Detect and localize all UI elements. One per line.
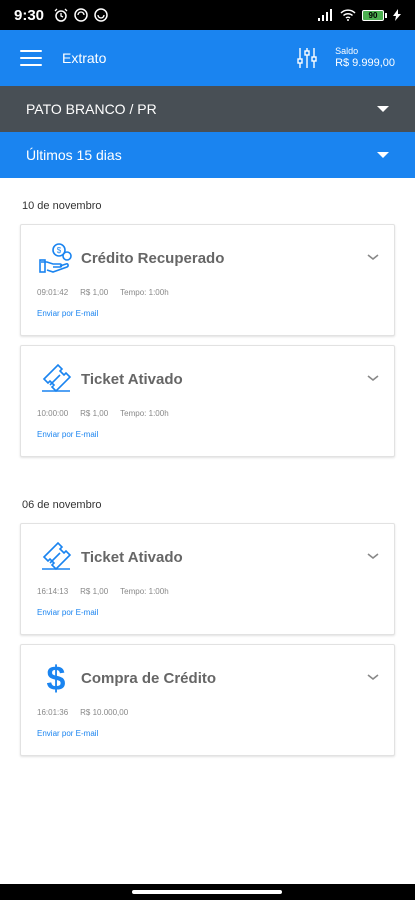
card-title: Ticket Ativado xyxy=(81,548,183,566)
sliders-icon xyxy=(297,48,317,68)
card-value: R$ 1,00 xyxy=(80,587,109,596)
card-meta: 09:01:42 R$ 1,00 Tempo: 1:00h xyxy=(37,288,169,297)
card-duration: Tempo: 1:00h xyxy=(120,409,169,418)
card-duration: Tempo: 1:00h xyxy=(120,288,169,297)
card-title: Compra de Crédito xyxy=(81,669,217,687)
charging-icon xyxy=(393,9,401,21)
ticket-icon xyxy=(37,360,75,398)
period-selector[interactable]: Últimos 15 dias xyxy=(0,132,415,178)
status-system: 90 xyxy=(318,9,401,21)
balance-display: Saldo R$ 9.999,00 xyxy=(335,46,395,69)
date-header: 06 de novembro xyxy=(22,499,102,511)
menu-button[interactable] xyxy=(20,50,42,66)
period-label: Últimos 15 dias xyxy=(26,147,122,163)
battery-icon: 90 xyxy=(362,9,387,21)
sync-icon xyxy=(74,8,88,22)
card-title: Ticket Ativado xyxy=(81,370,183,388)
chevron-down-icon[interactable] xyxy=(366,548,380,566)
app-header: Extrato Saldo R$ 9.999,00 xyxy=(0,30,415,86)
city-selector[interactable]: PATO BRANCO / PR xyxy=(0,86,415,132)
sync-icon-2 xyxy=(94,8,108,22)
chevron-down-icon[interactable] xyxy=(366,669,380,687)
card-time: 16:14:13 xyxy=(37,587,69,596)
chevron-down-icon[interactable] xyxy=(366,249,380,267)
caret-down-icon xyxy=(377,106,389,112)
send-email-link[interactable]: Enviar por E-mail xyxy=(37,430,98,439)
card-meta: 10:00:00 R$ 1,00 Tempo: 1:00h xyxy=(37,409,169,418)
ticket-icon xyxy=(37,538,75,576)
card-duration: Tempo: 1:00h xyxy=(120,587,169,596)
chevron-down-icon[interactable] xyxy=(366,370,380,388)
home-gesture-handle[interactable] xyxy=(132,890,282,894)
card-time: 16:01:36 xyxy=(37,708,69,717)
hand-coins-icon: $ xyxy=(37,239,75,277)
page-title: Extrato xyxy=(62,50,107,66)
date-header: 10 de novembro xyxy=(22,200,102,212)
statement-card[interactable]: $ Compra de Crédito 16:01:36 R$ 10.000,0… xyxy=(20,644,395,756)
send-email-link[interactable]: Enviar por E-mail xyxy=(37,608,98,617)
status-notifications xyxy=(54,8,108,22)
balance-value: R$ 9.999,00 xyxy=(335,56,395,69)
city-label: PATO BRANCO / PR xyxy=(26,101,157,117)
card-value: R$ 1,00 xyxy=(80,288,109,297)
battery-level: 90 xyxy=(368,10,378,20)
svg-text:$: $ xyxy=(57,246,62,255)
filter-button[interactable] xyxy=(293,44,321,72)
card-time: 10:00:00 xyxy=(37,409,69,418)
dollar-icon: $ xyxy=(37,659,75,697)
card-meta: 16:14:13 R$ 1,00 Tempo: 1:00h xyxy=(37,587,169,596)
caret-down-icon xyxy=(377,152,389,158)
system-nav-bar xyxy=(0,884,415,900)
signal-icon xyxy=(318,9,334,21)
balance-label: Saldo xyxy=(335,46,359,56)
status-time: 9:30 xyxy=(14,6,45,24)
card-meta: 16:01:36 R$ 10.000,00 xyxy=(37,708,128,717)
svg-text:$: $ xyxy=(47,660,66,696)
status-bar: 9:30 90 xyxy=(0,0,415,30)
alarm-icon xyxy=(54,8,68,22)
wifi-icon xyxy=(340,9,356,21)
send-email-link[interactable]: Enviar por E-mail xyxy=(37,309,98,318)
card-value: R$ 1,00 xyxy=(80,409,109,418)
statement-card[interactable]: Ticket Ativado 10:00:00 R$ 1,00 Tempo: 1… xyxy=(20,345,395,457)
send-email-link[interactable]: Enviar por E-mail xyxy=(37,729,98,738)
statement-card[interactable]: Ticket Ativado 16:14:13 R$ 1,00 Tempo: 1… xyxy=(20,523,395,635)
card-time: 09:01:42 xyxy=(37,288,69,297)
card-title: Crédito Recuperado xyxy=(81,249,225,267)
statement-card[interactable]: $ Crédito Recuperado 09:01:42 R$ 1,00 Te… xyxy=(20,224,395,336)
card-value: R$ 10.000,00 xyxy=(80,708,129,717)
